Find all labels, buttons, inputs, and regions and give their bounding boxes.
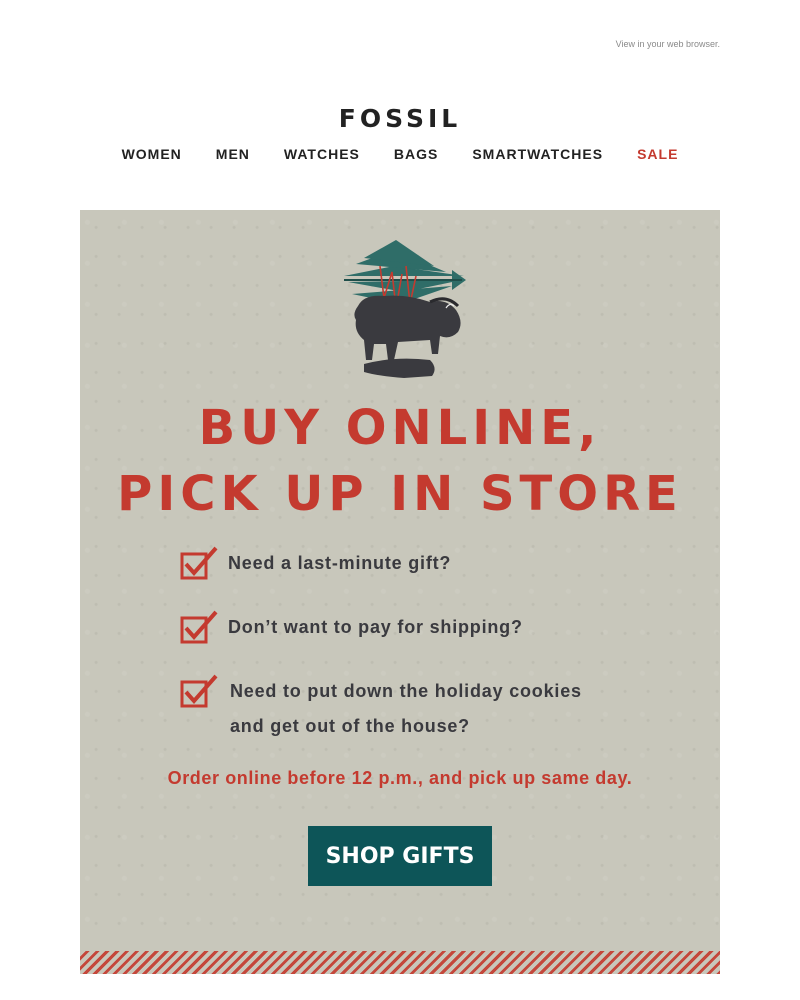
main-nav: WOMEN MEN WATCHES BAGS SMARTWATCHES SALE <box>0 146 800 162</box>
checklist-item-text-line-1: Need to put down the holiday cookies <box>230 681 582 701</box>
nav-item-watches[interactable]: WATCHES <box>284 146 360 162</box>
fossil-logo[interactable]: FOSSIL <box>0 104 800 133</box>
bison-with-christmas-tree-icon <box>344 240 466 378</box>
pickup-note: Order online before 12 p.m., and pick up… <box>167 768 633 788</box>
checklist-item: Need a last-minute gift? <box>180 546 451 581</box>
nav-item-women[interactable]: WOMEN <box>122 146 182 162</box>
checklist-item: Need to put down the holiday cookies and… <box>180 674 582 744</box>
headline-line-2: PICK UP IN STORE <box>117 466 683 522</box>
decorative-stripe-border <box>80 951 720 974</box>
nav-item-men[interactable]: MEN <box>216 146 250 162</box>
checkbox-checked-icon <box>180 546 218 580</box>
shop-gifts-button[interactable]: SHOP GIFTS <box>308 826 492 886</box>
nav-item-bags[interactable]: BAGS <box>394 146 438 162</box>
checkbox-checked-icon <box>180 674 218 708</box>
checklist-item-text: Need to put down the holiday cookies and… <box>230 674 582 744</box>
view-in-browser-link[interactable]: View in your web browser. <box>616 39 720 49</box>
headline-line-1: BUY ONLINE, <box>198 400 602 456</box>
nav-item-sale[interactable]: SALE <box>637 146 678 162</box>
checklist-item-text: Need a last-minute gift? <box>228 553 452 573</box>
hero-banner[interactable]: BUY ONLINE, PICK UP IN STORE Need a last… <box>80 210 720 974</box>
checklist-item-text: Don’t want to pay for shipping? <box>228 617 523 637</box>
checklist-item: Don’t want to pay for shipping? <box>180 610 523 645</box>
checklist-item-text-line-2: and get out of the house? <box>230 716 470 736</box>
nav-item-smartwatches[interactable]: SMARTWATCHES <box>472 146 603 162</box>
checkbox-checked-icon <box>180 610 218 644</box>
